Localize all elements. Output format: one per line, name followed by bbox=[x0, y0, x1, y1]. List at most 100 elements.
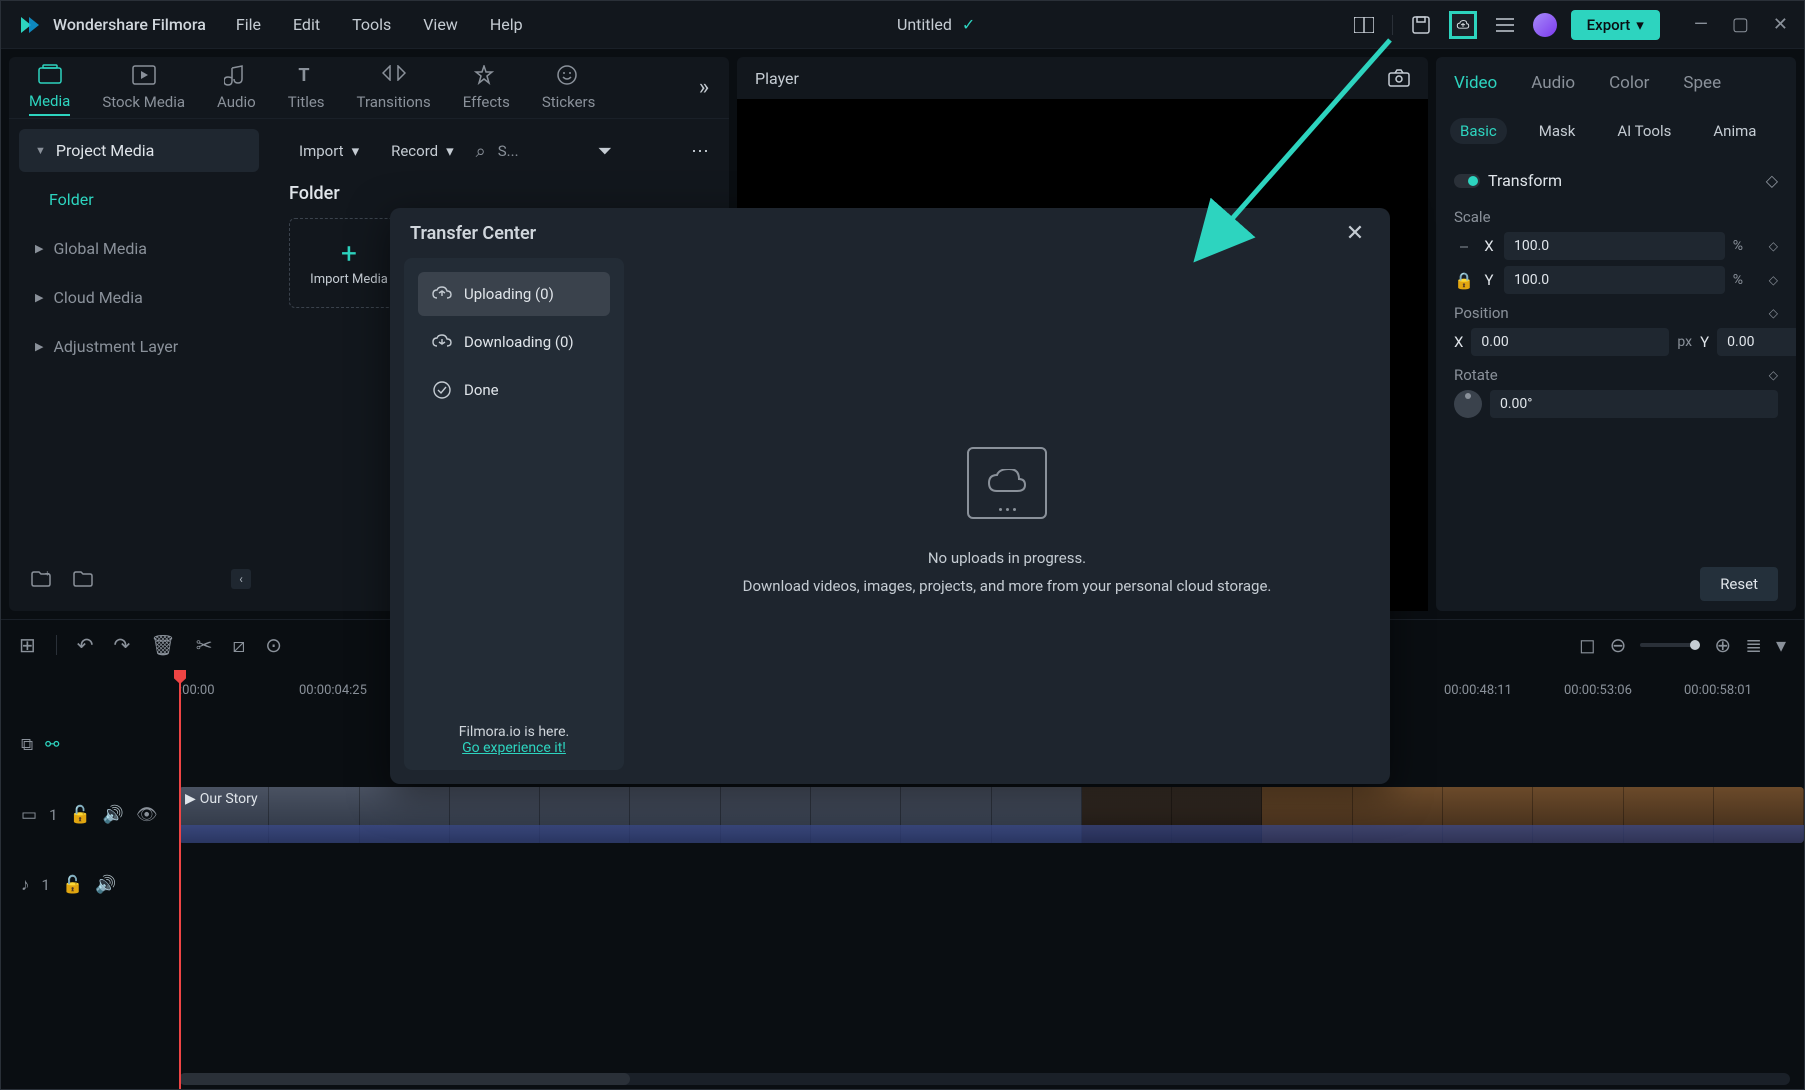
user-avatar[interactable] bbox=[1533, 13, 1557, 37]
export-label: Export bbox=[1587, 16, 1631, 34]
tag-icon[interactable]: ⊙ bbox=[265, 633, 282, 657]
inspector-subtab-aitools[interactable]: AI Tools bbox=[1607, 118, 1681, 144]
inspector-tab-speed[interactable]: Spee bbox=[1679, 67, 1725, 99]
eye-icon[interactable]: 👁 bbox=[136, 805, 158, 825]
redo-icon[interactable]: ↷ bbox=[114, 633, 131, 657]
timeline-options-icon[interactable]: ≣ bbox=[1745, 633, 1762, 657]
minimize-icon[interactable]: — bbox=[1694, 14, 1708, 35]
inspector-subtab-mask[interactable]: Mask bbox=[1529, 118, 1586, 144]
record-dropdown[interactable]: Record▾ bbox=[381, 138, 464, 164]
sidebar-adjustment-layer[interactable]: ▶Adjustment Layer bbox=[19, 325, 259, 368]
tab-stock-media[interactable]: Stock Media bbox=[102, 61, 185, 115]
px-unit: px bbox=[1677, 334, 1692, 350]
tab-media[interactable]: Media bbox=[29, 60, 70, 116]
keyframe-icon[interactable]: ◇ bbox=[1769, 306, 1778, 320]
pos-x-input[interactable] bbox=[1471, 328, 1669, 356]
chevron-down-icon[interactable]: ▾ bbox=[1776, 633, 1786, 657]
search-input[interactable]: S... bbox=[498, 142, 519, 160]
crop-icon[interactable]: ⧄ bbox=[232, 633, 245, 657]
inspector-tab-video[interactable]: Video bbox=[1450, 67, 1501, 99]
import-dropdown[interactable]: Import▾ bbox=[289, 138, 369, 164]
hamburger-icon[interactable] bbox=[1491, 11, 1519, 39]
cloud-sync-icon[interactable] bbox=[1449, 11, 1477, 39]
sidebar-folder[interactable]: Folder bbox=[19, 178, 259, 221]
filmora-io-link[interactable]: Go experience it! bbox=[418, 740, 610, 756]
video-clip[interactable]: ▶Our Story bbox=[179, 787, 1804, 843]
collapse-sidebar-icon[interactable]: ‹ bbox=[231, 569, 251, 589]
modal-tab-downloading[interactable]: Downloading (0) bbox=[418, 320, 610, 364]
keyframe-icon[interactable]: ◇ bbox=[1766, 171, 1778, 190]
tab-stickers[interactable]: Stickers bbox=[542, 61, 596, 115]
modal-tab-done[interactable]: Done bbox=[418, 368, 610, 412]
menu-tools[interactable]: Tools bbox=[352, 15, 391, 34]
menu-edit[interactable]: Edit bbox=[293, 15, 320, 34]
search-icon[interactable]: ⌕ bbox=[476, 141, 486, 162]
audio-track-icon: ♪ bbox=[21, 875, 30, 895]
maximize-icon[interactable]: ▢ bbox=[1732, 14, 1749, 35]
cut-icon[interactable]: ✂ bbox=[196, 633, 213, 657]
rotate-input[interactable] bbox=[1490, 390, 1778, 418]
inspector-tab-color[interactable]: Color bbox=[1605, 67, 1653, 99]
audio-track-row: ♪1🔓🔊 bbox=[1, 850, 1804, 920]
fit-icon[interactable]: ◻ bbox=[1579, 633, 1596, 657]
more-icon[interactable]: ⋯ bbox=[691, 141, 709, 162]
modal-tab-uploading[interactable]: Uploading (0) bbox=[418, 272, 610, 316]
new-folder-icon[interactable]: + bbox=[27, 565, 55, 593]
delete-icon[interactable]: 🗑 bbox=[150, 633, 175, 657]
media-tabs: Media Stock Media Audio TTitles Transiti… bbox=[9, 57, 729, 119]
playhead[interactable] bbox=[179, 670, 181, 1089]
grid-icon[interactable]: ⊞ bbox=[19, 633, 36, 657]
transform-section[interactable]: Transform ◇ bbox=[1454, 163, 1778, 198]
chevron-down-icon: ▾ bbox=[352, 142, 360, 160]
link-icon[interactable]: ⎯ bbox=[1454, 236, 1474, 256]
link-icon[interactable]: ⚯ bbox=[45, 735, 59, 755]
reset-button[interactable]: Reset bbox=[1700, 567, 1778, 601]
scale-x-input[interactable] bbox=[1504, 232, 1725, 260]
save-icon[interactable] bbox=[1407, 11, 1435, 39]
lock-icon[interactable]: 🔓 bbox=[70, 805, 91, 825]
transform-toggle[interactable] bbox=[1454, 174, 1480, 188]
layers-icon[interactable]: ⧉ bbox=[21, 735, 33, 755]
import-media-label: Import Media bbox=[310, 272, 388, 287]
timeline-scrollbar[interactable] bbox=[179, 1073, 1790, 1085]
keyframe-icon[interactable]: ◇ bbox=[1769, 368, 1778, 382]
sidebar-project-media[interactable]: ▼Project Media bbox=[19, 129, 259, 172]
tab-titles[interactable]: TTitles bbox=[288, 61, 325, 115]
pos-y-input[interactable] bbox=[1717, 328, 1796, 356]
keyframe-icon[interactable]: ◇ bbox=[1769, 239, 1778, 253]
zoom-out-icon[interactable]: ⊖ bbox=[1610, 633, 1627, 657]
caret-right-icon: ▶ bbox=[35, 291, 43, 304]
export-button[interactable]: Export▾ bbox=[1571, 10, 1660, 40]
mute-icon[interactable]: 🔊 bbox=[95, 875, 116, 895]
tab-effects[interactable]: Effects bbox=[463, 61, 510, 115]
lock-icon[interactable]: 🔓 bbox=[62, 875, 83, 895]
inspector-tab-audio[interactable]: Audio bbox=[1527, 67, 1579, 99]
tab-audio[interactable]: Audio bbox=[217, 61, 256, 115]
saved-check-icon: ✓ bbox=[962, 15, 975, 34]
layout-icon[interactable] bbox=[1350, 11, 1378, 39]
filmora-io-text: Filmora.io is here. bbox=[418, 724, 610, 740]
close-icon[interactable]: ✕ bbox=[1773, 14, 1788, 35]
filter-icon[interactable]: ⏷ bbox=[598, 141, 612, 162]
rotate-knob[interactable] bbox=[1454, 390, 1482, 418]
scale-y-input[interactable] bbox=[1504, 266, 1725, 294]
chevron-down-icon: ▾ bbox=[446, 142, 454, 160]
menu-view[interactable]: View bbox=[423, 15, 458, 34]
menu-help[interactable]: Help bbox=[490, 15, 523, 34]
menu-file[interactable]: File bbox=[236, 15, 261, 34]
sidebar-cloud-media[interactable]: ▶Cloud Media bbox=[19, 276, 259, 319]
folder-icon[interactable] bbox=[69, 565, 97, 593]
snapshot-icon[interactable] bbox=[1388, 69, 1410, 87]
zoom-in-icon[interactable]: ⊕ bbox=[1714, 633, 1731, 657]
sidebar-global-media[interactable]: ▶Global Media bbox=[19, 227, 259, 270]
keyframe-icon[interactable]: ◇ bbox=[1769, 273, 1778, 287]
inspector-subtab-basic[interactable]: Basic bbox=[1450, 118, 1507, 144]
expand-icon[interactable]: » bbox=[699, 75, 709, 100]
mute-icon[interactable]: 🔊 bbox=[103, 805, 124, 825]
inspector-subtab-animation[interactable]: Anima bbox=[1703, 118, 1766, 144]
lock-icon[interactable]: 🔒 bbox=[1454, 271, 1474, 290]
zoom-slider[interactable] bbox=[1640, 643, 1700, 647]
undo-icon[interactable]: ↶ bbox=[77, 633, 94, 657]
close-modal-icon[interactable]: ✕ bbox=[1340, 218, 1370, 248]
tab-transitions[interactable]: Transitions bbox=[357, 61, 431, 115]
